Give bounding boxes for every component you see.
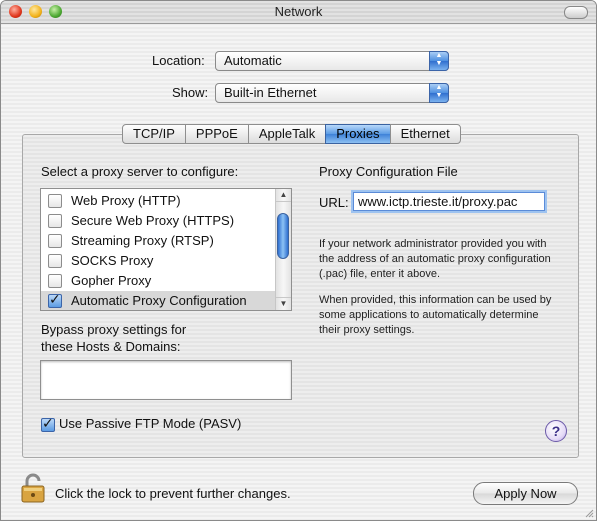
proxy-list: Web Proxy (HTTP) Secure Web Proxy (HTTPS… (40, 188, 292, 311)
bypass-label-line2: these Hosts & Domains: (41, 339, 181, 354)
tab-bar: TCP/IP PPPoE AppleTalk Proxies Ethernet (122, 124, 461, 144)
list-item-label: SOCKS Proxy (71, 253, 154, 268)
location-value: Automatic (224, 53, 282, 68)
lock-icon[interactable] (21, 473, 45, 503)
config-file-heading: Proxy Configuration File (319, 164, 458, 179)
bypass-label-line1: Bypass proxy settings for (41, 322, 187, 337)
list-item-label: Streaming Proxy (RTSP) (71, 233, 214, 248)
scroll-thumb[interactable] (277, 213, 289, 259)
list-item[interactable]: ✓ Automatic Proxy Configuration (41, 291, 275, 310)
network-window: Network Location: Automatic ▲ ▼ Show: Bui… (0, 0, 597, 521)
resize-grip-icon[interactable] (584, 508, 594, 518)
toolbar-toggle-button[interactable] (564, 6, 588, 19)
url-field[interactable] (353, 192, 545, 211)
scroll-up-icon[interactable]: ▲ (276, 189, 291, 202)
secure-web-proxy-checkbox[interactable] (48, 214, 62, 228)
list-item[interactable]: Gopher Proxy (41, 271, 275, 291)
bypass-hosts-field[interactable] (40, 360, 292, 400)
select-proxy-label: Select a proxy server to configure: (41, 164, 239, 179)
streaming-proxy-checkbox[interactable] (48, 234, 62, 248)
popup-arrows-icon: ▲ ▼ (429, 51, 449, 71)
location-label: Location: (152, 53, 205, 68)
list-item[interactable]: Secure Web Proxy (HTTPS) (41, 211, 275, 231)
gopher-proxy-checkbox[interactable] (48, 274, 62, 288)
tab-ethernet[interactable]: Ethernet (389, 124, 461, 144)
apply-now-button[interactable]: Apply Now (473, 482, 578, 505)
list-item-label: Automatic Proxy Configuration (71, 293, 247, 308)
config-info-text-2: When provided, this information can be u… (319, 294, 552, 336)
show-value: Built-in Ethernet (224, 85, 317, 100)
checkmark-icon: ✓ (42, 415, 54, 431)
passive-ftp-label: Use Passive FTP Mode (PASV) (59, 416, 242, 431)
popup-arrows-icon: ▲ ▼ (429, 83, 449, 103)
url-label: URL: (319, 195, 349, 210)
list-item[interactable]: SOCKS Proxy (41, 251, 275, 271)
list-item[interactable]: Web Proxy (HTTP) (41, 191, 275, 211)
tab-appletalk[interactable]: AppleTalk (247, 124, 327, 144)
scroll-down-icon[interactable]: ▼ (276, 297, 291, 310)
list-scrollbar[interactable]: ▲ ▼ (275, 189, 291, 310)
help-button[interactable]: ? (545, 420, 567, 442)
automatic-proxy-checkbox[interactable]: ✓ (48, 291, 62, 308)
lock-message: Click the lock to prevent further change… (55, 486, 291, 501)
tab-pppoe[interactable]: PPPoE (184, 124, 249, 144)
tab-tcpip[interactable]: TCP/IP (122, 124, 186, 144)
list-item-label: Gopher Proxy (71, 273, 152, 288)
location-popup[interactable]: Automatic ▲ ▼ (215, 51, 449, 71)
socks-proxy-checkbox[interactable] (48, 254, 62, 268)
config-info-text: If your network administrator provided y… (319, 238, 551, 280)
show-popup[interactable]: Built-in Ethernet ▲ ▼ (215, 83, 449, 103)
title-bar[interactable]: Network (1, 1, 596, 24)
list-item-label: Secure Web Proxy (HTTPS) (71, 213, 235, 228)
checkmark-icon: ✓ (49, 291, 61, 307)
web-proxy-checkbox[interactable] (48, 194, 62, 208)
list-item-label: Web Proxy (HTTP) (71, 193, 181, 208)
passive-ftp-checkbox[interactable]: ✓ (41, 415, 55, 432)
show-label: Show: (172, 85, 209, 100)
window-title: Network (274, 4, 323, 19)
tab-proxies[interactable]: Proxies (325, 124, 391, 144)
list-item[interactable]: Streaming Proxy (RTSP) (41, 231, 275, 251)
